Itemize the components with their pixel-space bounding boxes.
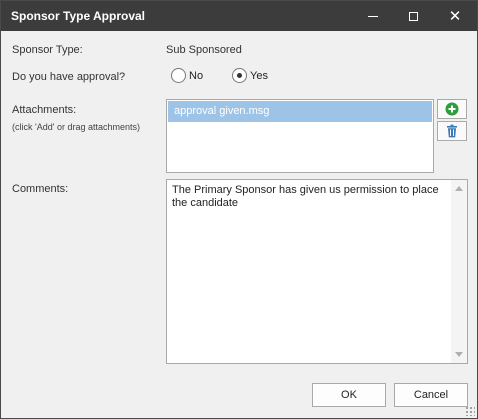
attachment-item[interactable]: approval given.msg [168, 101, 432, 122]
delete-attachment-button[interactable] [437, 121, 467, 141]
scroll-down-icon[interactable] [455, 352, 463, 357]
sponsor-type-value: Sub Sponsored [166, 44, 242, 56]
comments-label: Comments: [12, 183, 69, 195]
scroll-up-icon[interactable] [455, 186, 463, 191]
ok-button[interactable]: OK [312, 383, 386, 407]
cancel-button[interactable]: Cancel [394, 383, 468, 407]
close-icon: ✕ [448, 6, 462, 25]
sponsor-type-label: Sponsor Type: [12, 44, 83, 56]
attachments-hint: (click 'Add' or drag attachments) [12, 122, 140, 132]
window-title: Sponsor Type Approval [11, 9, 146, 23]
radio-yes[interactable]: Yes [232, 68, 268, 83]
comments-textarea[interactable]: The Primary Sponsor has given us permiss… [166, 179, 468, 364]
maximize-button[interactable] [391, 1, 435, 31]
radio-no[interactable]: No [171, 68, 203, 83]
attachments-label: Attachments: [12, 104, 77, 116]
add-icon [445, 102, 459, 116]
comments-scrollbar[interactable] [451, 180, 467, 363]
radio-no-label: No [189, 69, 204, 82]
add-attachment-button[interactable] [437, 99, 467, 119]
attachments-list[interactable]: approval given.msg [166, 99, 434, 173]
comments-text[interactable]: The Primary Sponsor has given us permiss… [172, 184, 450, 210]
radio-no-circle[interactable] [171, 68, 186, 83]
radio-yes-circle[interactable] [232, 68, 247, 83]
maximize-icon [408, 11, 418, 21]
minimize-icon [368, 15, 378, 17]
close-button[interactable]: ✕ [433, 1, 477, 31]
dialog-window: Sponsor Type Approval ✕ Sponsor Type: Su… [0, 0, 478, 419]
minimize-button[interactable] [351, 1, 395, 31]
approval-label: Do you have approval? [12, 71, 126, 83]
radio-yes-label: Yes [250, 69, 268, 82]
resize-grip-icon[interactable] [465, 406, 475, 416]
title-bar[interactable]: Sponsor Type Approval ✕ [1, 1, 477, 31]
trash-icon [447, 124, 457, 138]
